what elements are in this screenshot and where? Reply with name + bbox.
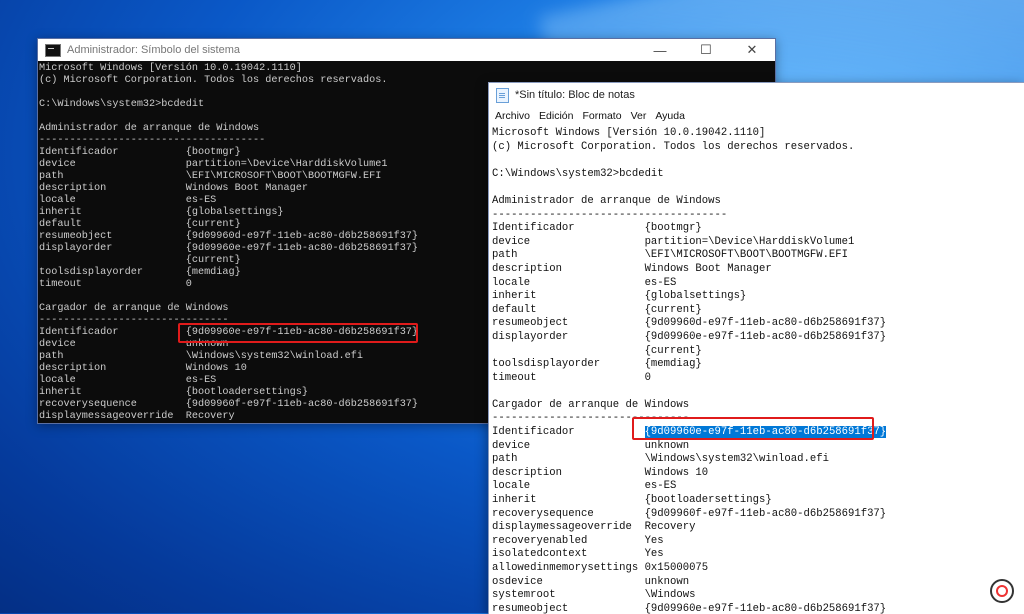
text-line: ------------------------------- <box>492 412 690 425</box>
minimize-icon[interactable]: — <box>637 39 683 61</box>
text-line: Identificador {9d09960e-e97f-11eb-ac80-d… <box>492 426 1024 440</box>
text-line-prefix: Identificador <box>492 426 645 439</box>
text-line: device unknown <box>492 439 690 452</box>
notepad-window-title: *Sin título: Bloc de notas <box>515 89 635 101</box>
text-line: toolsdisplayorder {memdiag} <box>492 358 702 371</box>
text-line: Administrador de arranque de Windows <box>492 194 721 207</box>
cmd-titlebar[interactable]: Administrador: Símbolo del sistema — ☐ ✕ <box>38 39 775 61</box>
menu-archivo[interactable]: Archivo <box>492 110 536 122</box>
text-line: resumeobject {9d09960d-e97f-11eb-ac80-d6… <box>492 317 887 330</box>
text-line <box>492 181 1024 195</box>
notepad-text-area[interactable]: Microsoft Windows [Versión 10.0.19042.11… <box>489 125 1024 614</box>
text-line: systemroot \Windows <box>492 589 696 602</box>
text-line: Identificador {bootmgr} <box>492 222 702 235</box>
text-line: recoveryenabled Yes <box>492 534 664 547</box>
text-line: Cargador de arranque de Windows <box>492 398 690 411</box>
text-line: resumeobject {9d09960e-e97f-11eb-ac80-d6… <box>492 602 887 614</box>
cmd-window-title: Administrador: Símbolo del sistema <box>67 44 241 56</box>
text-line: device partition=\Device\HarddiskVolume1 <box>492 235 855 248</box>
maximize-icon[interactable]: ☐ <box>683 39 729 61</box>
text-line: C:\Windows\system32>bcdedit <box>492 167 664 180</box>
text-line <box>492 154 1024 168</box>
text-line: path \Windows\system32\winload.efi <box>492 453 829 466</box>
selected-identifier[interactable]: {9d09960e-e97f-11eb-ac80-d6b258691f37} <box>644 426 887 439</box>
text-line: timeout 0 <box>492 371 651 384</box>
text-line: recoverysequence {9d09960f-e97f-11eb-ac8… <box>492 507 887 520</box>
close-icon[interactable]: ✕ <box>729 39 775 61</box>
text-line: inherit {globalsettings} <box>492 290 747 303</box>
text-line: (c) Microsoft Corporation. Todos los der… <box>492 140 855 153</box>
menu-edicion[interactable]: Edición <box>536 110 579 122</box>
cmd-window-controls: — ☐ ✕ <box>637 39 775 61</box>
text-line: description Windows 10 <box>492 466 709 479</box>
text-line: displayorder {9d09960e-e97f-11eb-ac80-d6… <box>492 330 887 343</box>
channel-logo-icon <box>990 579 1014 603</box>
notepad-menubar: Archivo Edición Formato Ver Ayuda <box>489 107 1024 125</box>
text-line <box>492 385 1024 399</box>
text-line: displaymessageoverride Recovery <box>492 521 696 534</box>
menu-ver[interactable]: Ver <box>628 110 653 122</box>
command-prompt-icon <box>45 43 61 57</box>
text-line: path \EFI\MICROSOFT\BOOT\BOOTMGFW.EFI <box>492 249 849 262</box>
text-line: locale es-ES <box>492 276 677 289</box>
text-line: allowedinmemorysettings 0x15000075 <box>492 562 709 574</box>
menu-formato[interactable]: Formato <box>579 110 627 122</box>
notepad-icon <box>496 87 509 103</box>
text-line: ------------------------------------- <box>492 208 728 221</box>
text-line: isolatedcontext Yes <box>492 548 664 561</box>
menu-ayuda[interactable]: Ayuda <box>652 110 691 122</box>
notepad-window[interactable]: *Sin título: Bloc de notas Archivo Edici… <box>488 82 1024 614</box>
text-line: Microsoft Windows [Versión 10.0.19042.11… <box>492 127 766 139</box>
text-line: inherit {bootloadersettings} <box>492 494 772 507</box>
text-line: Microsoft Windows [Versión 10.0.19042.11… <box>39 63 302 74</box>
text-line: osdevice unknown <box>492 575 690 588</box>
notepad-titlebar[interactable]: *Sin título: Bloc de notas <box>489 83 1024 107</box>
text-line: {current} <box>492 344 702 357</box>
text-line: default {current} <box>492 303 702 316</box>
text-line: description Windows Boot Manager <box>492 262 772 275</box>
text-line: locale es-ES <box>492 480 677 493</box>
